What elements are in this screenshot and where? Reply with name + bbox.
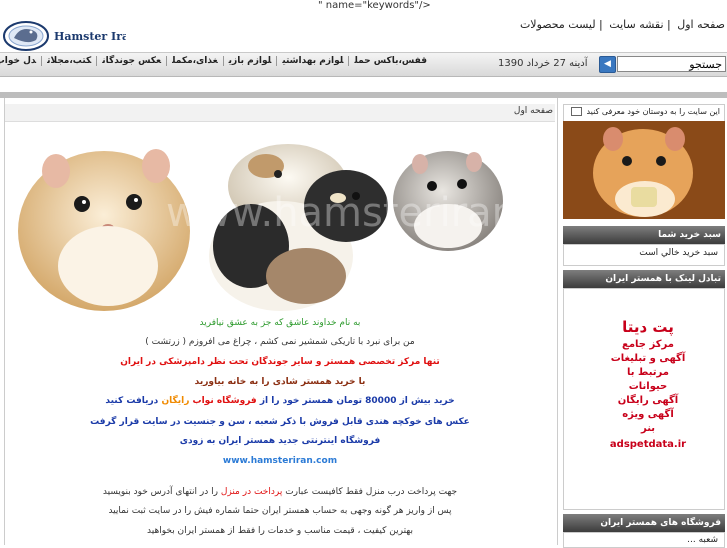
ad-line-4: حیوانات xyxy=(628,381,668,392)
shops-header: فروشگاه های همستر ایران xyxy=(563,514,725,532)
ad-line-6: آگهی ویژه xyxy=(622,409,674,420)
petdata-ad[interactable]: پت دیتا مرکز جامع آگهی و تبلیغات مرتبط ب… xyxy=(588,316,708,452)
invite-link[interactable]: این سایت را به دوستان خود معرفی کنید xyxy=(586,107,720,116)
text-line-9: پس از واریز هر گونه وجهی به حساب همستر ا… xyxy=(108,506,452,516)
text-line-4: با خرید همستر شادی را به خانه بیاورید xyxy=(194,377,366,387)
cart-header: سبد خرید شما xyxy=(563,226,725,244)
link-exchange-header: تبادل لینک با همستر ایران xyxy=(563,270,725,288)
cart-box: سبد خرید خالي است xyxy=(563,244,725,266)
welcome-text-block: به نام خداوند عاشق که جز به عشق نیافرید … xyxy=(5,0,555,545)
text-line-5b[interactable]: فروشگاه نواب xyxy=(193,396,257,406)
text-line-1: به نام خداوند عاشق که جز به عشق نیافرید xyxy=(199,318,361,328)
invite-box: این سایت را به دوستان خود معرفی کنید xyxy=(563,104,725,122)
text-line-8b: پرداخت در منزل xyxy=(220,487,283,497)
text-line-5c: رایگان xyxy=(161,396,190,406)
text-line-2: من برای نبرد با تاریکی شمشیر نمی کشم ، چ… xyxy=(145,337,415,347)
search-go-button[interactable]: ◀ xyxy=(599,56,616,73)
ad-line-3: مرتبط با xyxy=(627,367,669,378)
text-line-7: فروشگاه اینترنتی جدید همستر ایران به زود… xyxy=(179,436,381,446)
text-line-8: جهت پرداخت درب منزل فقط کافیست عبارت پرد… xyxy=(5,487,555,497)
ad-line-1: مرکز جامع xyxy=(622,339,674,350)
site-url[interactable]: www.hamsteriran.com xyxy=(5,456,555,466)
text-line-10: بهترین کیفیت ، قیمت مناسب و خدمات را فقط… xyxy=(147,526,413,536)
ad-line-5: آگهی رایگان xyxy=(617,395,679,406)
text-line-8a: جهت پرداخت درب منزل فقط کافیست عبارت xyxy=(285,487,458,497)
text-line-5a: خرید بیش از 80000 تومان همستر خود را از xyxy=(259,396,455,406)
arrow-left-icon: ◀ xyxy=(604,59,611,69)
shops-box: شعبه ... xyxy=(563,532,725,548)
email-icon xyxy=(570,107,582,116)
search-input[interactable] xyxy=(617,56,726,72)
ad-title: پت دیتا xyxy=(622,318,674,336)
text-line-6: عکس های خوکچه هندی قابل فروش با ذکر شعبه… xyxy=(90,417,470,427)
top-link-sitemap[interactable]: نقشه سایت xyxy=(609,18,663,31)
top-link-home[interactable]: صفحه اول xyxy=(677,18,725,31)
text-line-3: تنها مرکز تخصصی همستر و سایر جوندگان تحت… xyxy=(120,357,440,367)
text-line-5d: دریافت کنید xyxy=(105,396,159,406)
ad-url[interactable]: adspetdata.ir xyxy=(588,438,708,452)
sidebar-hamster-image xyxy=(563,121,725,219)
text-line-8c: را در انتهای آدرس خود بنویسید xyxy=(102,487,218,497)
text-line-5: خرید بیش از 80000 تومان همستر خود را از … xyxy=(5,396,555,406)
cart-empty-text: سبد خرید خالي است xyxy=(639,248,718,258)
ad-line-2: آگهی و تبلیغات xyxy=(610,353,686,364)
shops-item[interactable]: شعبه ... xyxy=(687,535,718,545)
ad-line-7: بنر xyxy=(640,423,656,434)
